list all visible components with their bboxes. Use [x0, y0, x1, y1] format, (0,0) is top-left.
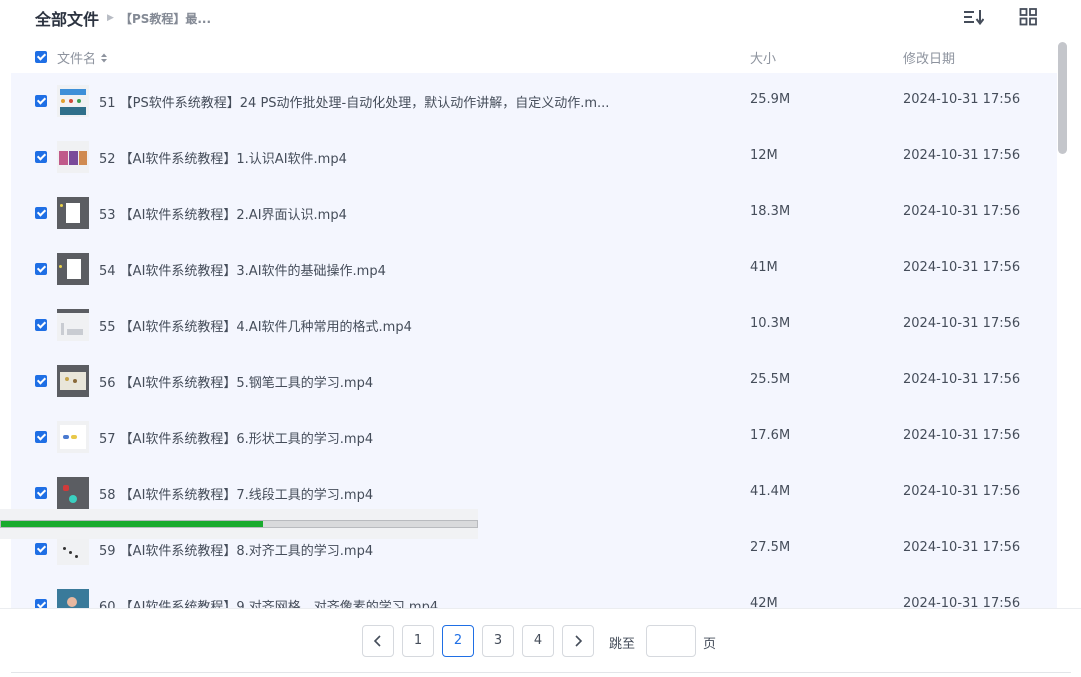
pagination: 1 2 3 4 跳至 页: [0, 608, 1081, 672]
progress-track: [0, 520, 478, 528]
file-row[interactable]: 56 【AI软件系统教程】5.钢笔工具的学习.mp4 25.5M 2024-10…: [11, 353, 1057, 409]
file-row[interactable]: 57 【AI软件系统教程】6.形状工具的学习.mp4 17.6M 2024-10…: [11, 409, 1057, 465]
file-browser-page: 全部文件 ▶ 【PS教程】最... 文件名 大小 修改日期 51 【PS软件系统…: [0, 0, 1081, 677]
row-checkbox[interactable]: [35, 207, 47, 219]
page-button-2[interactable]: 2: [442, 625, 474, 657]
row-checkbox[interactable]: [35, 263, 47, 275]
file-date: 2024-10-31 17:56: [903, 316, 1021, 331]
chevron-right-icon: [575, 635, 583, 647]
file-size: 17.6M: [750, 428, 791, 443]
file-name[interactable]: 53 【AI软件系统教程】2.AI界面认识.mp4: [99, 204, 347, 223]
file-name[interactable]: 58 【AI软件系统教程】7.线段工具的学习.mp4: [99, 484, 373, 503]
row-checkbox[interactable]: [35, 95, 47, 107]
file-size: 25.5M: [750, 372, 791, 387]
file-row[interactable]: 60 【AI软件系统教程】9.对齐网格，对齐像素的学习.mp4 42M 2024…: [11, 577, 1057, 608]
file-name[interactable]: 60 【AI软件系统教程】9.对齐网格，对齐像素的学习.mp4: [99, 596, 438, 608]
file-size: 27.5M: [750, 540, 791, 555]
breadcrumb-separator-icon: ▶: [107, 13, 114, 23]
video-thumbnail: [57, 253, 89, 285]
progress-fill: [1, 521, 263, 527]
breadcrumb: 全部文件 ▶ 【PS教程】最...: [35, 6, 211, 30]
page-button-1[interactable]: 1: [402, 625, 434, 657]
file-date: 2024-10-31 17:56: [903, 92, 1021, 107]
breadcrumb-current[interactable]: 【PS教程】最...: [120, 10, 211, 27]
breadcrumb-root-link[interactable]: 全部文件: [35, 6, 99, 30]
row-checkbox[interactable]: [35, 319, 47, 331]
file-date: 2024-10-31 17:56: [903, 204, 1021, 219]
file-date: 2024-10-31 17:56: [903, 428, 1021, 443]
list-scrollbar[interactable]: [1058, 42, 1067, 154]
file-date: 2024-10-31 17:56: [903, 260, 1021, 275]
top-bar: 全部文件 ▶ 【PS教程】最...: [0, 0, 1081, 36]
page-unit-label: 页: [703, 637, 717, 652]
jump-to-label: 跳至: [609, 637, 636, 652]
file-date: 2024-10-31 17:56: [903, 484, 1021, 499]
sort-list-icon[interactable]: [964, 8, 985, 26]
file-size: 12M: [750, 148, 778, 163]
chevron-left-icon: [373, 635, 381, 647]
loading-progress: [0, 509, 478, 539]
file-date: 2024-10-31 17:56: [903, 540, 1021, 555]
row-checkbox[interactable]: [35, 599, 47, 608]
video-thumbnail: [57, 309, 89, 341]
file-size: 41.4M: [750, 484, 791, 499]
row-checkbox[interactable]: [35, 487, 47, 499]
row-checkbox[interactable]: [35, 151, 47, 163]
row-checkbox[interactable]: [35, 431, 47, 443]
video-thumbnail: [57, 589, 89, 608]
table-header: 文件名 大小 修改日期: [11, 42, 1057, 72]
video-thumbnail: [57, 477, 89, 509]
next-page-button[interactable]: [562, 625, 594, 657]
bottom-divider: [11, 672, 1071, 673]
file-size: 18.3M: [750, 204, 791, 219]
column-header-name[interactable]: 文件名: [57, 48, 109, 67]
file-name[interactable]: 52 【AI软件系统教程】1.认识AI软件.mp4: [99, 148, 347, 167]
file-name[interactable]: 56 【AI软件系统教程】5.钢笔工具的学习.mp4: [99, 372, 373, 391]
file-row[interactable]: 53 【AI软件系统教程】2.AI界面认识.mp4 18.3M 2024-10-…: [11, 185, 1057, 241]
file-size: 25.9M: [750, 92, 791, 107]
jump-page-input[interactable]: [646, 625, 696, 657]
page-button-3[interactable]: 3: [482, 625, 514, 657]
video-thumbnail: [57, 421, 89, 453]
sort-toggle-icon[interactable]: [99, 52, 109, 64]
file-row[interactable]: 54 【AI软件系统教程】3.AI软件的基础操作.mp4 41M 2024-10…: [11, 241, 1057, 297]
select-all-checkbox[interactable]: [35, 51, 47, 63]
row-checkbox[interactable]: [35, 543, 47, 555]
grid-view-icon[interactable]: [1019, 8, 1039, 26]
column-header-size[interactable]: 大小: [750, 48, 776, 67]
file-name[interactable]: 54 【AI软件系统教程】3.AI软件的基础操作.mp4: [99, 260, 386, 279]
row-checkbox[interactable]: [35, 375, 47, 387]
file-row[interactable]: 51 【PS软件系统教程】24 PS动作批处理-自动化处理，默认动作讲解，自定义…: [11, 73, 1057, 129]
file-size: 10.3M: [750, 316, 791, 331]
file-date: 2024-10-31 17:56: [903, 596, 1021, 608]
file-name[interactable]: 51 【PS软件系统教程】24 PS动作批处理-自动化处理，默认动作讲解，自定义…: [99, 92, 609, 111]
file-name[interactable]: 57 【AI软件系统教程】6.形状工具的学习.mp4: [99, 428, 373, 447]
page-button-4[interactable]: 4: [522, 625, 554, 657]
file-row[interactable]: 55 【AI软件系统教程】4.AI软件几种常用的格式.mp4 10.3M 202…: [11, 297, 1057, 353]
file-date: 2024-10-31 17:56: [903, 372, 1021, 387]
prev-page-button[interactable]: [362, 625, 394, 657]
file-row[interactable]: 52 【AI软件系统教程】1.认识AI软件.mp4 12M 2024-10-31…: [11, 129, 1057, 185]
file-name[interactable]: 59 【AI软件系统教程】8.对齐工具的学习.mp4: [99, 540, 373, 559]
file-date: 2024-10-31 17:56: [903, 148, 1021, 163]
video-thumbnail: [57, 365, 89, 397]
file-size: 41M: [750, 260, 778, 275]
column-header-date[interactable]: 修改日期: [903, 48, 955, 67]
video-thumbnail: [57, 85, 89, 117]
file-name[interactable]: 55 【AI软件系统教程】4.AI软件几种常用的格式.mp4: [99, 316, 412, 335]
file-size: 42M: [750, 596, 778, 608]
column-header-name-label: 文件名: [57, 52, 97, 67]
video-thumbnail: [57, 141, 89, 173]
video-thumbnail: [57, 197, 89, 229]
